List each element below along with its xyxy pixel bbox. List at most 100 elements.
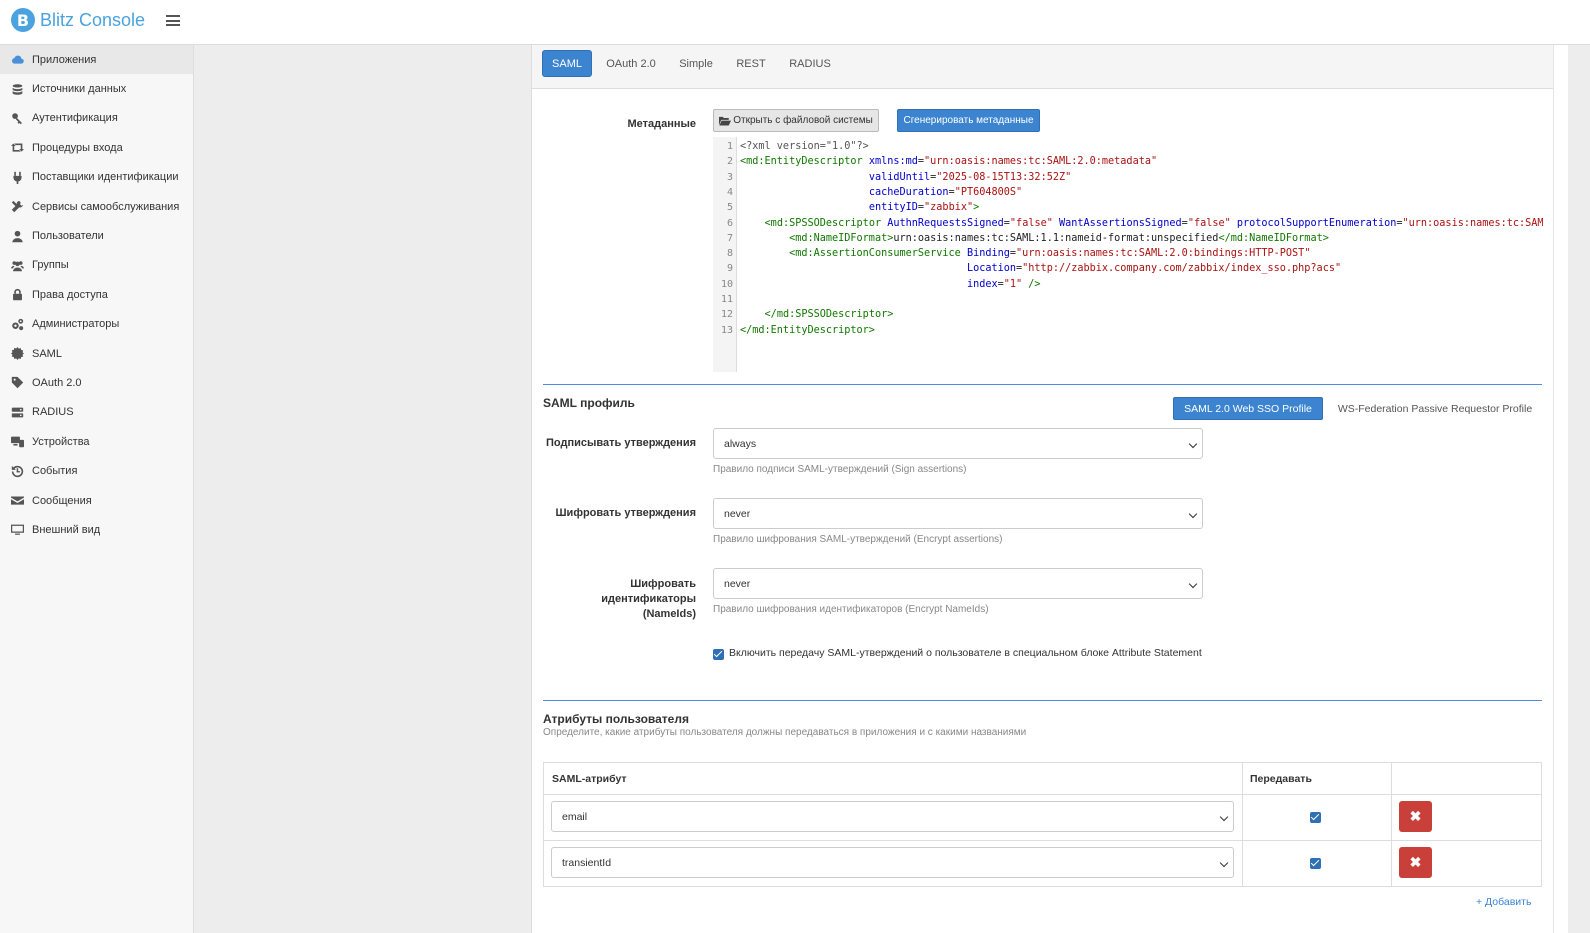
- ws-federation-profile-button[interactable]: WS-Federation Passive Requestor Profile: [1330, 397, 1540, 420]
- add-attribute-link[interactable]: + Добавить: [1476, 896, 1531, 908]
- code-line: <?xml version="1.0"?>: [740, 141, 869, 152]
- sidebar-item-label: Администраторы: [32, 318, 120, 331]
- tab-radius[interactable]: RADIUS: [782, 50, 838, 77]
- delete-row-button[interactable]: ✖: [1399, 801, 1432, 832]
- key-icon: [10, 111, 24, 125]
- line-number-gutter: 1 2 3 4 5 6 7 8 9 10 11 12 13: [713, 137, 737, 372]
- tab-rest[interactable]: REST: [730, 50, 772, 77]
- tab-simple[interactable]: Simple: [672, 50, 720, 77]
- open-file-button[interactable]: Открыть с файловой системы: [713, 109, 879, 132]
- menu-toggle-icon[interactable]: [166, 15, 180, 26]
- encrypt-assertions-label: Шифровать утверждения: [555, 507, 697, 519]
- sidebar-item-label: Аутентификация: [32, 112, 118, 125]
- code-line: </md:SPSSODescriptor>: [764, 309, 894, 321]
- generate-metadata-button[interactable]: Сгенерировать метаданные: [897, 109, 1040, 132]
- attribute-statement-checkbox[interactable]: [713, 649, 724, 660]
- table-row-attribute-select[interactable]: transientId: [551, 847, 1234, 878]
- sidebar-item-authentication[interactable]: Аутентификация: [0, 104, 193, 133]
- table-row-attribute-select[interactable]: email: [551, 801, 1234, 832]
- code-line: cacheDuration="PT604800S": [868, 186, 1023, 198]
- sidebar-item-label: OAuth 2.0: [32, 376, 82, 389]
- code-line: Location="http://zabbix.company.com/zabb…: [966, 263, 1342, 275]
- sidebar-item-label: Сервисы самообслуживания: [32, 200, 180, 213]
- top-bar: B Blitz Console: [0, 0, 1590, 45]
- sidebar-item-label: Устройства: [32, 435, 90, 448]
- close-icon: ✖: [1409, 808, 1422, 824]
- lock-icon: [10, 288, 24, 302]
- tools-icon: [10, 200, 24, 214]
- metadata-label: Метаданные: [627, 118, 696, 130]
- tab-saml[interactable]: SAML: [542, 50, 592, 77]
- delete-row-button[interactable]: ✖: [1399, 847, 1432, 878]
- column-separator: [1242, 763, 1243, 886]
- sidebar-item-devices[interactable]: Устройства: [0, 427, 193, 456]
- users-icon: [10, 258, 24, 272]
- sidebar-item-identity-providers[interactable]: Поставщики идентификации: [0, 163, 193, 192]
- sidebar-item-saml[interactable]: SAML: [0, 339, 193, 368]
- sign-assertions-value: always: [724, 437, 757, 450]
- section-divider: [543, 700, 1542, 701]
- sidebar-item-applications[interactable]: Приложения: [0, 45, 193, 75]
- sign-assertions-hint: Правило подписи SAML-утверждений (Sign a…: [713, 464, 967, 475]
- user-icon: [10, 229, 24, 243]
- plug-icon: [10, 170, 24, 184]
- logo-icon: B: [11, 8, 35, 32]
- sidebar-item-label: Приложения: [32, 53, 97, 66]
- retweet-icon: [10, 141, 24, 155]
- history-icon: [10, 464, 24, 478]
- table-row-send-checkbox[interactable]: [1310, 812, 1321, 823]
- chevron-down-icon: [1188, 509, 1198, 519]
- sidebar-item-label: Источники данных: [32, 83, 127, 96]
- encrypt-assertions-select[interactable]: never: [713, 498, 1203, 529]
- app-title: Blitz Console: [40, 9, 146, 30]
- sidebar-item-appearance[interactable]: Внешний вид: [0, 515, 193, 544]
- encrypt-nameids-select[interactable]: never: [713, 568, 1203, 599]
- encrypt-assertions-hint: Правило шифрования SAML-утверждений (Enc…: [713, 534, 1003, 545]
- column-separator: [1391, 763, 1392, 886]
- sidebar-item-users[interactable]: Пользователи: [0, 221, 193, 250]
- envelope-icon: [10, 494, 24, 508]
- table-row-send-checkbox[interactable]: [1310, 858, 1321, 869]
- encrypt-nameids-label-line1: Шифровать идентификаторы: [601, 578, 696, 605]
- sidebar-item-label: Процедуры входа: [32, 141, 123, 154]
- attribute-statement-label: Включить передачу SAML-утверждений о пол…: [729, 647, 1202, 659]
- cogs-icon: [10, 317, 24, 331]
- saml-profile-title: SAML профиль: [543, 396, 635, 410]
- sidebar-item-self-service[interactable]: Сервисы самообслуживания: [0, 192, 193, 221]
- tab-oauth[interactable]: OAuth 2.0: [600, 50, 662, 77]
- user-attributes-title: Атрибуты пользователя: [543, 712, 689, 726]
- code-line: <md:NameIDFormat>urn:oasis:names:tc:SAML…: [789, 232, 1329, 244]
- saml-web-sso-profile-button[interactable]: SAML 2.0 Web SSO Profile: [1173, 397, 1323, 420]
- scrollbar[interactable]: [1553, 45, 1568, 933]
- code-line: entityID="zabbix">: [868, 202, 980, 214]
- code-line: </md:EntityDescriptor>: [740, 324, 875, 336]
- attribute-value: email: [562, 810, 588, 823]
- encrypt-nameids-label: Шифровать идентификаторы (NameIds): [540, 577, 696, 622]
- sidebar-item-label: Пользователи: [32, 230, 104, 243]
- sidebar-item-access-rights[interactable]: Права доступа: [0, 280, 193, 309]
- user-attributes-subtitle: Определите, какие атрибуты пользователя …: [543, 727, 1027, 738]
- sidebar-item-groups[interactable]: Группы: [0, 251, 193, 280]
- code-line: <md:SPSSODescriptor AuthnRequestsSigned=…: [764, 217, 1543, 229]
- sidebar: Приложения Источники данных Аутентификац…: [0, 45, 194, 933]
- sidebar-item-label: RADIUS: [32, 406, 74, 419]
- chevron-down-icon: [1219, 858, 1229, 868]
- column-header-send: Передавать: [1250, 773, 1312, 785]
- sidebar-item-events[interactable]: События: [0, 456, 193, 485]
- sidebar-item-radius[interactable]: RADIUS: [0, 398, 193, 427]
- app-logo[interactable]: B Blitz Console: [11, 8, 145, 32]
- metadata-code-editor[interactable]: 1 2 3 4 5 6 7 8 9 10 11 12 13 <?xml vers…: [713, 137, 1543, 372]
- sidebar-item-data-sources[interactable]: Источники данных: [0, 74, 193, 103]
- sidebar-item-oauth[interactable]: OAuth 2.0: [0, 368, 193, 397]
- open-file-label: Открыть с файловой системы: [733, 115, 873, 126]
- sidebar-item-label: SAML: [32, 347, 62, 360]
- sidebar-item-messages[interactable]: Сообщения: [0, 486, 193, 515]
- sign-assertions-select[interactable]: always: [713, 428, 1203, 459]
- sidebar-item-login-procedures[interactable]: Процедуры входа: [0, 133, 193, 162]
- sidebar-item-administrators[interactable]: Администраторы: [0, 310, 193, 339]
- encrypt-nameids-hint: Правило шифрования идентификаторов (Encr…: [713, 604, 989, 615]
- row-separator: [544, 840, 1541, 841]
- sidebar-item-label: Сообщения: [32, 494, 92, 507]
- code-line: <md:AssertionConsumerService Binding="ur…: [789, 248, 1311, 260]
